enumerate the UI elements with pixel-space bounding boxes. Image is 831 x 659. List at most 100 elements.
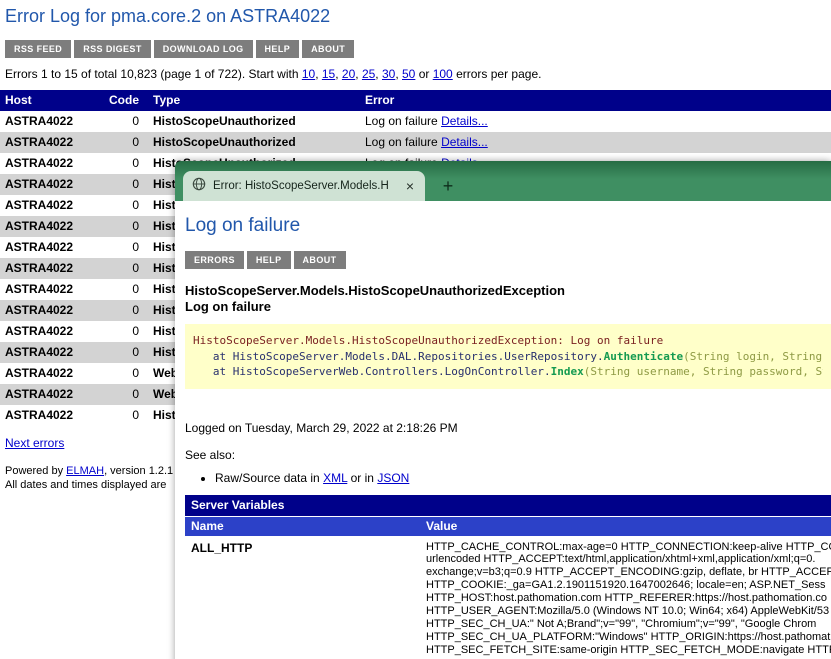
code-cell: 0 [99,384,148,405]
value-line: HTTP_SEC_CH_UA:" Not A;Brand";v="99", "C… [426,618,831,631]
host-cell: ASTRA4022 [0,342,99,363]
host-cell: ASTRA4022 [0,132,99,153]
value-line: HTTP_SEC_CH_UA_PLATFORM:"Windows" HTTP_O… [426,631,831,644]
code-cell: 0 [99,405,148,426]
page-size-link[interactable]: 100 [433,67,453,81]
next-errors-link[interactable]: Next errors [5,436,64,450]
host-cell: ASTRA4022 [0,216,99,237]
host-cell: ASTRA4022 [0,258,99,279]
host-cell: ASTRA4022 [0,195,99,216]
see-also-item: Raw/Source data in XML or in JSON [215,471,831,485]
value-line: HTTP_USER_AGENT:Mozilla/5.0 (Windows NT … [426,605,831,618]
host-cell: ASTRA4022 [0,300,99,321]
xml-link[interactable]: XML [323,471,347,485]
code-cell: 0 [99,174,148,195]
toolbar-button[interactable]: RSS FEED [5,40,71,58]
window-titlebar[interactable]: Error: HistoScopeServer.Models.H × + [175,161,831,201]
toolbar-button[interactable]: ABOUT [294,251,346,269]
page-size-link[interactable]: 15 [322,67,335,81]
toolbar-button[interactable]: HELP [256,40,300,58]
col-header-code: Code [99,90,148,111]
see-also-prefix: Raw/Source data in [215,471,323,485]
page-size-link[interactable]: 50 [402,67,415,81]
page-size-link[interactable]: 20 [342,67,355,81]
tab-title: Error: HistoScopeServer.Models.H [213,180,397,192]
stack-line: HistoScopeServer.Models.HistoScopeUnauth… [193,333,823,349]
exception-type: HistoScopeServer.Models.HistoScopeUnauth… [185,283,831,299]
stack-trace-box: HistoScopeServer.Models.HistoScopeUnauth… [185,324,831,389]
logged-on-text: Logged on Tuesday, March 29, 2022 at 2:1… [185,421,831,435]
server-variables-table: Server Variables Name Value ALL_HTTP HTT… [185,495,831,659]
error-heading: Log on failure [185,215,831,237]
code-cell: 0 [99,132,148,153]
error-detail-content: Log on failure ERRORSHELPABOUT HistoScop… [175,201,831,659]
pager-suffix: errors per page. [453,67,542,81]
browser-tab[interactable]: Error: HistoScopeServer.Models.H × [183,171,425,201]
pager-separator: , [375,67,382,81]
tab-close-button[interactable]: × [404,179,416,193]
code-cell: 0 [99,321,148,342]
code-cell: 0 [99,258,148,279]
type-cell: HistoScopeUnauthorized [148,111,360,132]
error-cell: Log on failure Details... [360,132,831,153]
detail-toolbar: ERRORSHELPABOUT [185,250,831,269]
details-link[interactable]: Details... [441,135,488,149]
exception-title-block: HistoScopeServer.Models.HistoScopeUnauth… [185,283,831,314]
code-cell: 0 [99,342,148,363]
pager-separator: , [355,67,362,81]
error-cell: Log on failure Details... [360,111,831,132]
toolbar-button[interactable]: HELP [247,251,291,269]
new-tab-button[interactable]: + [437,176,459,196]
value-line: HTTP_HOST:host.pathomation.com HTTP_REFE… [426,592,831,605]
host-cell: ASTRA4022 [0,321,99,342]
globe-icon [192,177,206,196]
pager-separator: , [315,67,322,81]
pager-prefix: Errors 1 to 15 of total 10,823 (page 1 o… [5,67,302,81]
stack-line: at HistoScopeServer.Models.DAL.Repositor… [193,349,823,365]
col-header-host: Host [0,90,99,111]
see-also-label: See also: [185,448,831,462]
toolbar-button[interactable]: ABOUT [302,40,354,58]
page-size-link[interactable]: 30 [382,67,395,81]
stack-method: Authenticate [604,350,683,363]
page-size-link[interactable]: 10 [302,67,315,81]
code-cell: 0 [99,153,148,174]
elmah-link[interactable]: ELMAH [66,465,104,477]
host-cell: ASTRA4022 [0,174,99,195]
host-cell: ASTRA4022 [0,237,99,258]
value-line: exchange;v=b3;q=0.9 HTTP_ACCEPT_ENCODING… [426,566,831,579]
see-also-mid: or in [347,471,377,485]
powered-suffix: , version 1.2.1 [104,465,173,477]
code-cell: 0 [99,111,148,132]
type-cell: HistoScopeUnauthorized [148,132,360,153]
error-detail-window: Error: HistoScopeServer.Models.H × + Log… [175,161,831,659]
details-link[interactable]: Details... [441,114,488,128]
value-header: Value [420,516,831,536]
pager-separator: or [415,67,432,81]
host-cell: ASTRA4022 [0,153,99,174]
json-link[interactable]: JSON [377,471,409,485]
stack-frame-text: at HistoScopeServer.Models.DAL.Repositor… [193,350,604,363]
host-cell: ASTRA4022 [0,384,99,405]
value-line: HTTP_CACHE_CONTROL:max-age=0 HTTP_CONNEC… [426,541,831,554]
host-cell: ASTRA4022 [0,111,99,132]
host-cell: ASTRA4022 [0,405,99,426]
stack-params: (String username, String password, St [584,365,823,378]
toolbar-button[interactable]: RSS DIGEST [74,40,151,58]
col-header-type: Type [148,90,360,111]
toolbar-button[interactable]: DOWNLOAD LOG [154,40,253,58]
host-cell: ASTRA4022 [0,363,99,384]
stack-params: (String login, String [683,350,822,363]
code-cell: 0 [99,216,148,237]
pager-separator: , [335,67,342,81]
code-cell: 0 [99,279,148,300]
error-table-header-row: Host Code Type Error [0,90,831,111]
stack-line: at HistoScopeServerWeb.Controllers.LogOn… [193,364,823,380]
page-size-link[interactable]: 25 [362,67,375,81]
pager-separator: , [395,67,402,81]
toolbar-button[interactable]: ERRORS [185,251,244,269]
server-variables-caption: Server Variables [185,495,831,517]
value-line: HTTP_SEC_FETCH_SITE:same-origin HTTP_SEC… [426,644,831,657]
col-header-error: Error [360,90,831,111]
pager-status: Errors 1 to 15 of total 10,823 (page 1 o… [5,67,831,81]
